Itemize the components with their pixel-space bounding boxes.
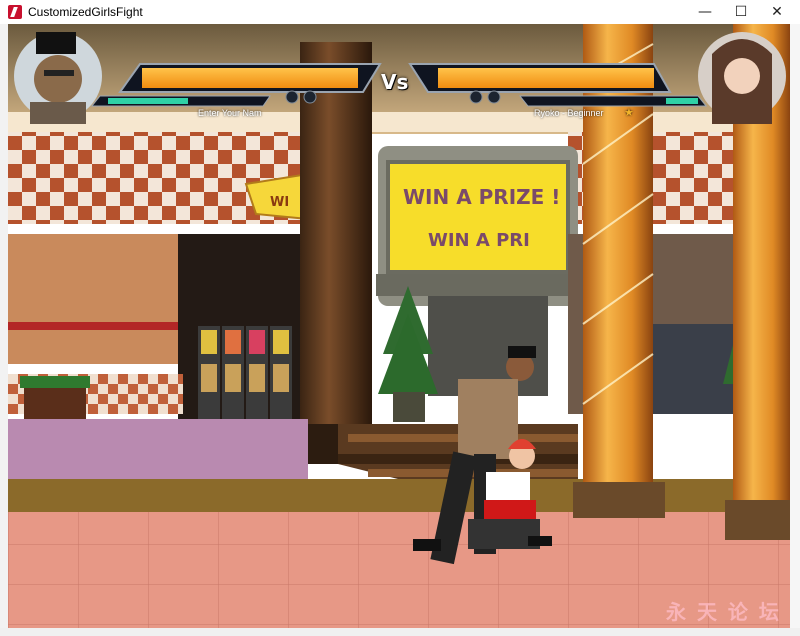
game-viewport[interactable]: WI WIN A PRIZE ! WIN A PRI Vs Enter Your… — [8, 24, 790, 628]
prize-booth-screen — [386, 160, 570, 274]
app-logo-icon — [8, 5, 22, 19]
orange-pillar — [583, 24, 653, 494]
player1-health-bar — [142, 68, 358, 88]
window-bottom-edge — [0, 628, 800, 636]
window-titlebar: CustomizedGirlsFight — ☐ ✕ — [0, 0, 800, 25]
background-window-edge — [0, 24, 8, 636]
prize-sign-left-text: WI — [270, 195, 289, 210]
player2-health-bar — [438, 68, 654, 88]
orange-pillar-base — [573, 482, 665, 518]
minimize-button[interactable]: — — [688, 0, 722, 24]
maximize-button[interactable]: ☐ — [724, 0, 758, 24]
back-wall-left — [8, 234, 178, 364]
window-title: CustomizedGirlsFight — [28, 5, 143, 19]
player2-name: Ryoko - Beginner — [534, 108, 604, 118]
prize-sign-text-1: WIN A PRIZE ! — [403, 185, 560, 209]
star-icon: ★ — [624, 106, 634, 119]
player2-energy-bar — [666, 98, 698, 104]
floor-band — [8, 479, 790, 514]
orange-pillar-right-base — [725, 500, 790, 540]
wall-rail — [8, 322, 183, 330]
player1-energy-bar — [108, 98, 188, 104]
game-scene: WI WIN A PRIZE ! WIN A PRI — [8, 24, 790, 628]
background-window-edge-right — [790, 24, 800, 636]
carpet-floor — [8, 419, 308, 479]
player1-name: Enter Your Nam — [198, 108, 262, 118]
watermark: 永 天 论 坛 — [666, 600, 781, 624]
vs-label: Vs — [381, 70, 409, 94]
prize-sign-text-2: WIN A PRI — [428, 230, 530, 251]
brown-pillar — [300, 42, 372, 452]
close-button[interactable]: ✕ — [760, 0, 794, 24]
ceiling-light-strip — [8, 112, 790, 132]
